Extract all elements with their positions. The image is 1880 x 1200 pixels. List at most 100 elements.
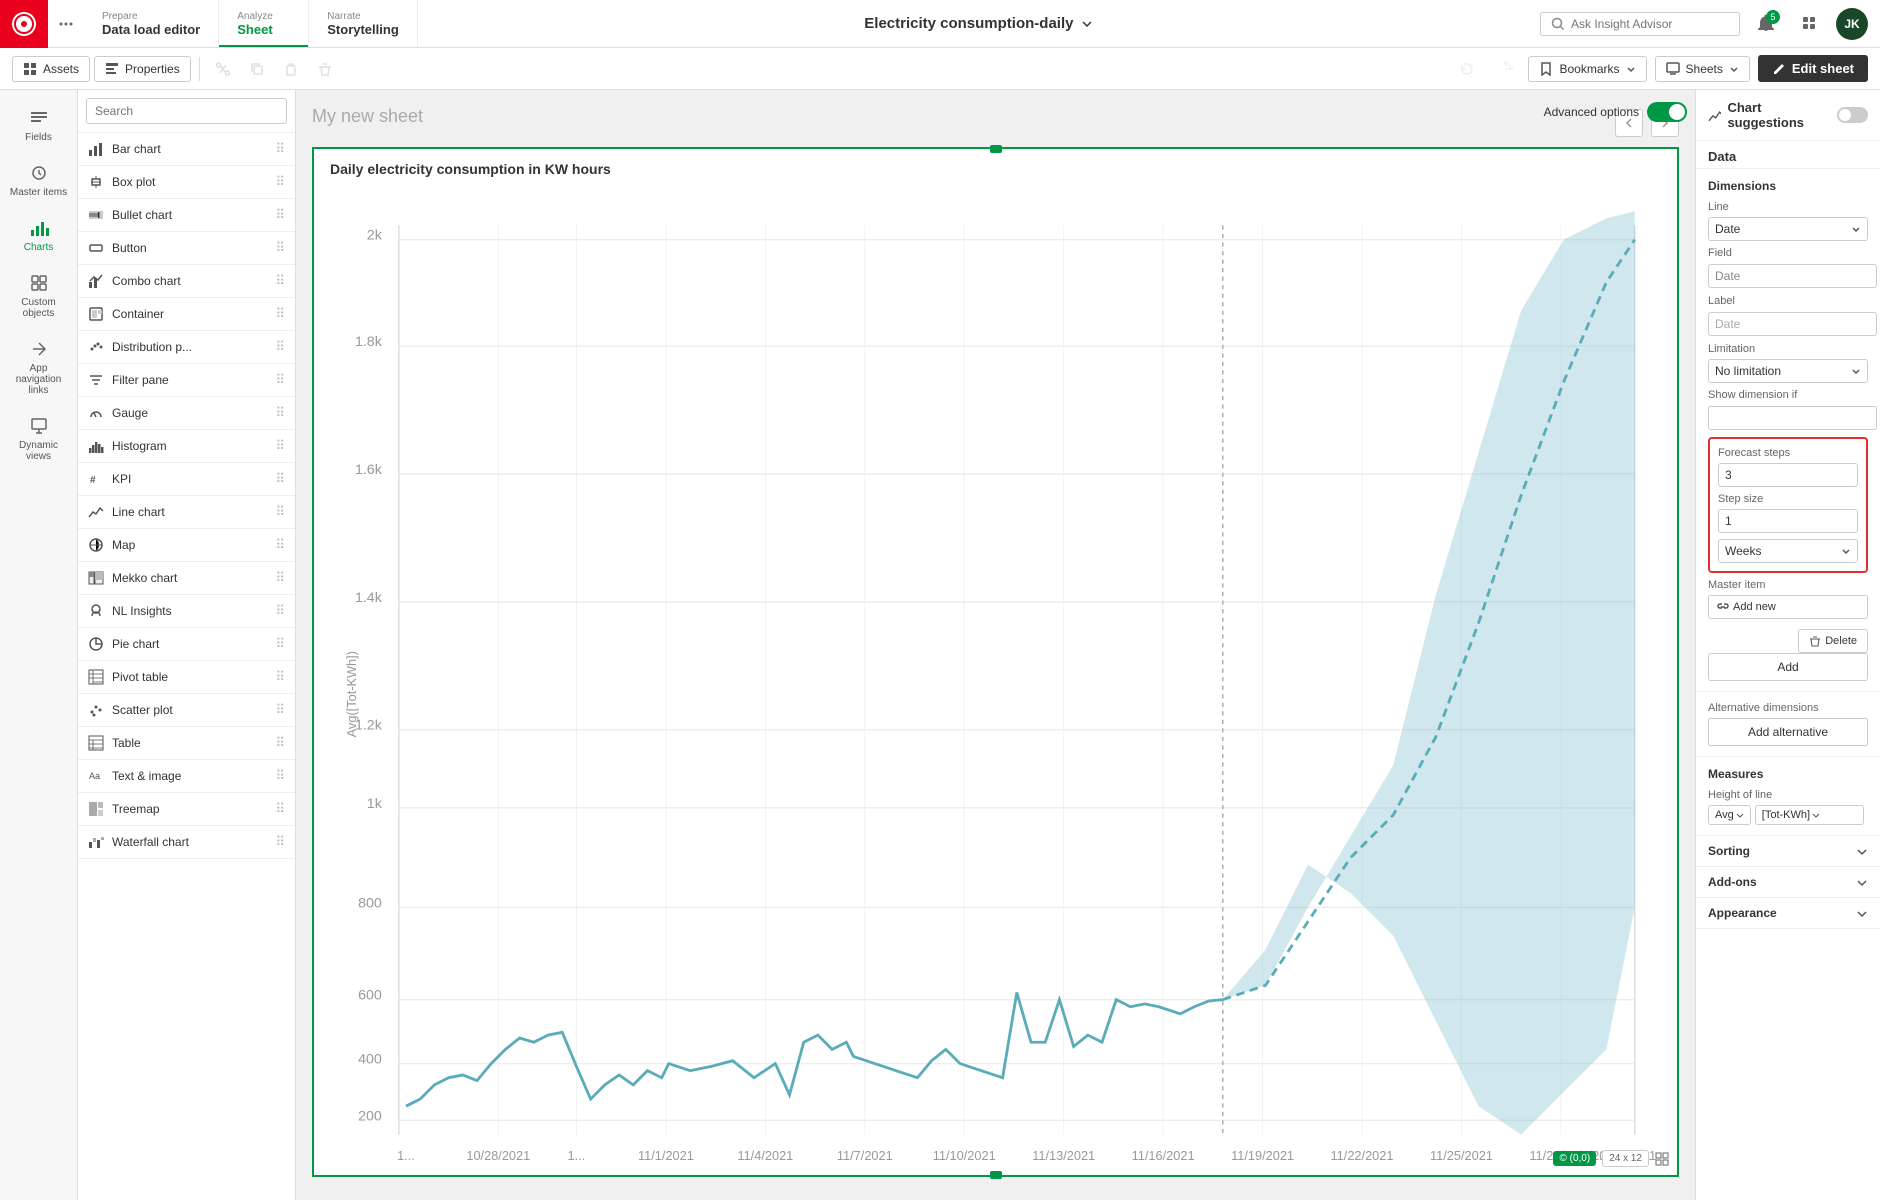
assets-button[interactable]: Assets xyxy=(12,56,90,82)
sidebar-item-master[interactable]: Master items xyxy=(0,153,77,208)
insight-advisor-input[interactable] xyxy=(1571,17,1721,31)
drag-handle-nl[interactable]: ⠿ xyxy=(275,603,285,619)
drag-handle-container[interactable]: ⠿ xyxy=(275,306,285,322)
sheets-button[interactable]: Sheets xyxy=(1655,56,1750,82)
drag-handle-hist[interactable]: ⠿ xyxy=(275,438,285,454)
label-input[interactable] xyxy=(1708,312,1877,336)
chart-svg: 2k 1.8k 1.6k 1.4k 1.2k 1k 800 600 400 20… xyxy=(322,197,1669,1163)
drag-handle-waterfall[interactable]: ⠿ xyxy=(275,834,285,850)
sorting-section[interactable]: Sorting xyxy=(1696,836,1880,867)
drag-handle-line[interactable]: ⠿ xyxy=(275,504,285,520)
paste-button[interactable] xyxy=(276,54,306,84)
charts-search-input[interactable] xyxy=(86,98,287,124)
sidebar-item-dynamic[interactable]: Dynamic views xyxy=(0,406,77,472)
chart-item-treemap[interactable]: Treemap ⠿ xyxy=(78,793,295,826)
advanced-options-toggle[interactable] xyxy=(1647,102,1687,122)
step-size-input[interactable] xyxy=(1718,509,1858,533)
chart-item-gauge[interactable]: Gauge ⠿ xyxy=(78,397,295,430)
properties-button[interactable]: Properties xyxy=(94,56,191,82)
chart-item-kpi[interactable]: # KPI ⠿ xyxy=(78,463,295,496)
chart-item-bullet-chart[interactable]: Bullet chart ⠿ xyxy=(78,199,295,232)
avg-dropdown[interactable]: Avg xyxy=(1708,805,1751,825)
field-input[interactable] xyxy=(1708,264,1877,288)
drag-handle-text[interactable]: ⠿ xyxy=(275,768,285,784)
chart-item-map[interactable]: Map ⠿ xyxy=(78,529,295,562)
add-dimension-button[interactable]: Add xyxy=(1708,653,1868,681)
chart-item-bar-chart[interactable]: Bar chart ⠿ xyxy=(78,133,295,166)
sidebar-item-custom[interactable]: Custom objects xyxy=(0,263,77,329)
edit-sheet-button[interactable]: Edit sheet xyxy=(1758,55,1868,82)
field-dropdown[interactable]: [Tot-KWh] xyxy=(1755,805,1864,825)
drag-handle-combo[interactable]: ⠿ xyxy=(275,273,285,289)
chart-item-pie-label: Pie chart xyxy=(112,637,267,651)
user-avatar[interactable]: JK xyxy=(1836,8,1868,40)
app-title-area[interactable]: Electricity consumption-daily xyxy=(418,15,1540,32)
chart-item-scatter[interactable]: Scatter plot ⠿ xyxy=(78,694,295,727)
line-dimension-dropdown[interactable]: Date xyxy=(1708,217,1868,241)
delete-label: Delete xyxy=(1825,635,1857,647)
sidebar-master-label: Master items xyxy=(10,187,67,198)
chart-item-pie-chart[interactable]: Pie chart ⠿ xyxy=(78,628,295,661)
drag-handle-pivot[interactable]: ⠿ xyxy=(275,669,285,685)
drag-handle-table[interactable]: ⠿ xyxy=(275,735,285,751)
drag-handle-button[interactable]: ⠿ xyxy=(275,240,285,256)
drag-handle-bar-chart[interactable]: ⠿ xyxy=(275,141,285,157)
show-dimension-input[interactable] xyxy=(1708,406,1877,430)
drag-handle-pie[interactable]: ⠿ xyxy=(275,636,285,652)
sidebar-item-appnav[interactable]: App navigation links xyxy=(0,329,77,406)
drag-handle-scatter[interactable]: ⠿ xyxy=(275,702,285,718)
more-menu-button[interactable] xyxy=(48,0,84,48)
appearance-section[interactable]: Appearance xyxy=(1696,898,1880,929)
cut-button[interactable] xyxy=(208,54,238,84)
drag-handle-map[interactable]: ⠿ xyxy=(275,537,285,553)
chart-item-waterfall[interactable]: Waterfall chart ⠿ xyxy=(78,826,295,859)
drag-handle-treemap[interactable]: ⠿ xyxy=(275,801,285,817)
add-master-item-button[interactable]: Add new xyxy=(1708,595,1868,619)
sidebar-item-fields[interactable]: Fields xyxy=(0,98,77,153)
add-alternative-button[interactable]: Add alternative xyxy=(1708,718,1868,746)
drag-handle-bullet[interactable]: ⠿ xyxy=(275,207,285,223)
chart-item-mekko[interactable]: Mekko chart ⠿ xyxy=(78,562,295,595)
chart-item-text-image[interactable]: Aa Text & image ⠿ xyxy=(78,760,295,793)
nav-analyze[interactable]: Analyze Sheet xyxy=(219,0,309,47)
resize-handle-top[interactable] xyxy=(990,145,1002,153)
chart-item-pivot[interactable]: Pivot table ⠿ xyxy=(78,661,295,694)
drag-handle-box-plot[interactable]: ⠿ xyxy=(275,174,285,190)
redo-button[interactable] xyxy=(1490,54,1520,84)
chart-suggestions-toggle[interactable] xyxy=(1837,107,1868,123)
drag-handle-gauge[interactable]: ⠿ xyxy=(275,405,285,421)
nav-prepare[interactable]: Prepare Data load editor xyxy=(84,0,219,47)
undo-button[interactable] xyxy=(1452,54,1482,84)
chart-item-box-plot[interactable]: Box plot ⠿ xyxy=(78,166,295,199)
chart-item-filter-pane[interactable]: Filter pane ⠿ xyxy=(78,364,295,397)
qlik-logo[interactable] xyxy=(0,0,48,48)
chart-item-histogram[interactable]: Histogram ⠿ xyxy=(78,430,295,463)
drag-handle-kpi[interactable]: ⠿ xyxy=(275,471,285,487)
resize-handle-bottom[interactable] xyxy=(990,1171,1002,1179)
chart-item-line-chart[interactable]: Line chart ⠿ xyxy=(78,496,295,529)
chart-item-container[interactable]: Container ⠿ xyxy=(78,298,295,331)
nav-narrate[interactable]: Narrate Storytelling xyxy=(309,0,418,47)
chart-item-table[interactable]: Table ⠿ xyxy=(78,727,295,760)
insight-advisor-search[interactable] xyxy=(1540,12,1740,36)
bookmarks-button[interactable]: Bookmarks xyxy=(1528,56,1646,82)
forecast-steps-input[interactable] xyxy=(1718,463,1858,487)
chart-item-button[interactable]: Button ⠿ xyxy=(78,232,295,265)
drag-handle-mekko[interactable]: ⠿ xyxy=(275,570,285,586)
copy-button[interactable] xyxy=(242,54,272,84)
chart-item-combo-chart[interactable]: Combo chart ⠿ xyxy=(78,265,295,298)
chart-item-nl-insights[interactable]: NL Insights ⠿ xyxy=(78,595,295,628)
delete-button[interactable] xyxy=(310,54,340,84)
step-size-unit-dropdown[interactable]: Weeks xyxy=(1718,539,1858,563)
sidebar-item-charts[interactable]: Charts xyxy=(0,208,77,263)
svg-text:11/10/2021: 11/10/2021 xyxy=(933,1148,996,1163)
drag-handle-dist[interactable]: ⠿ xyxy=(275,339,285,355)
addons-section[interactable]: Add-ons xyxy=(1696,867,1880,898)
limitation-dropdown[interactable]: No limitation xyxy=(1708,359,1868,383)
treemap-icon xyxy=(88,801,104,817)
delete-dimension-button[interactable]: Delete xyxy=(1798,629,1868,653)
drag-handle-filter[interactable]: ⠿ xyxy=(275,372,285,388)
chart-item-distribution[interactable]: Distribution p... ⠿ xyxy=(78,331,295,364)
notifications-button[interactable]: 5 xyxy=(1748,6,1784,42)
apps-grid-button[interactable] xyxy=(1792,6,1828,42)
